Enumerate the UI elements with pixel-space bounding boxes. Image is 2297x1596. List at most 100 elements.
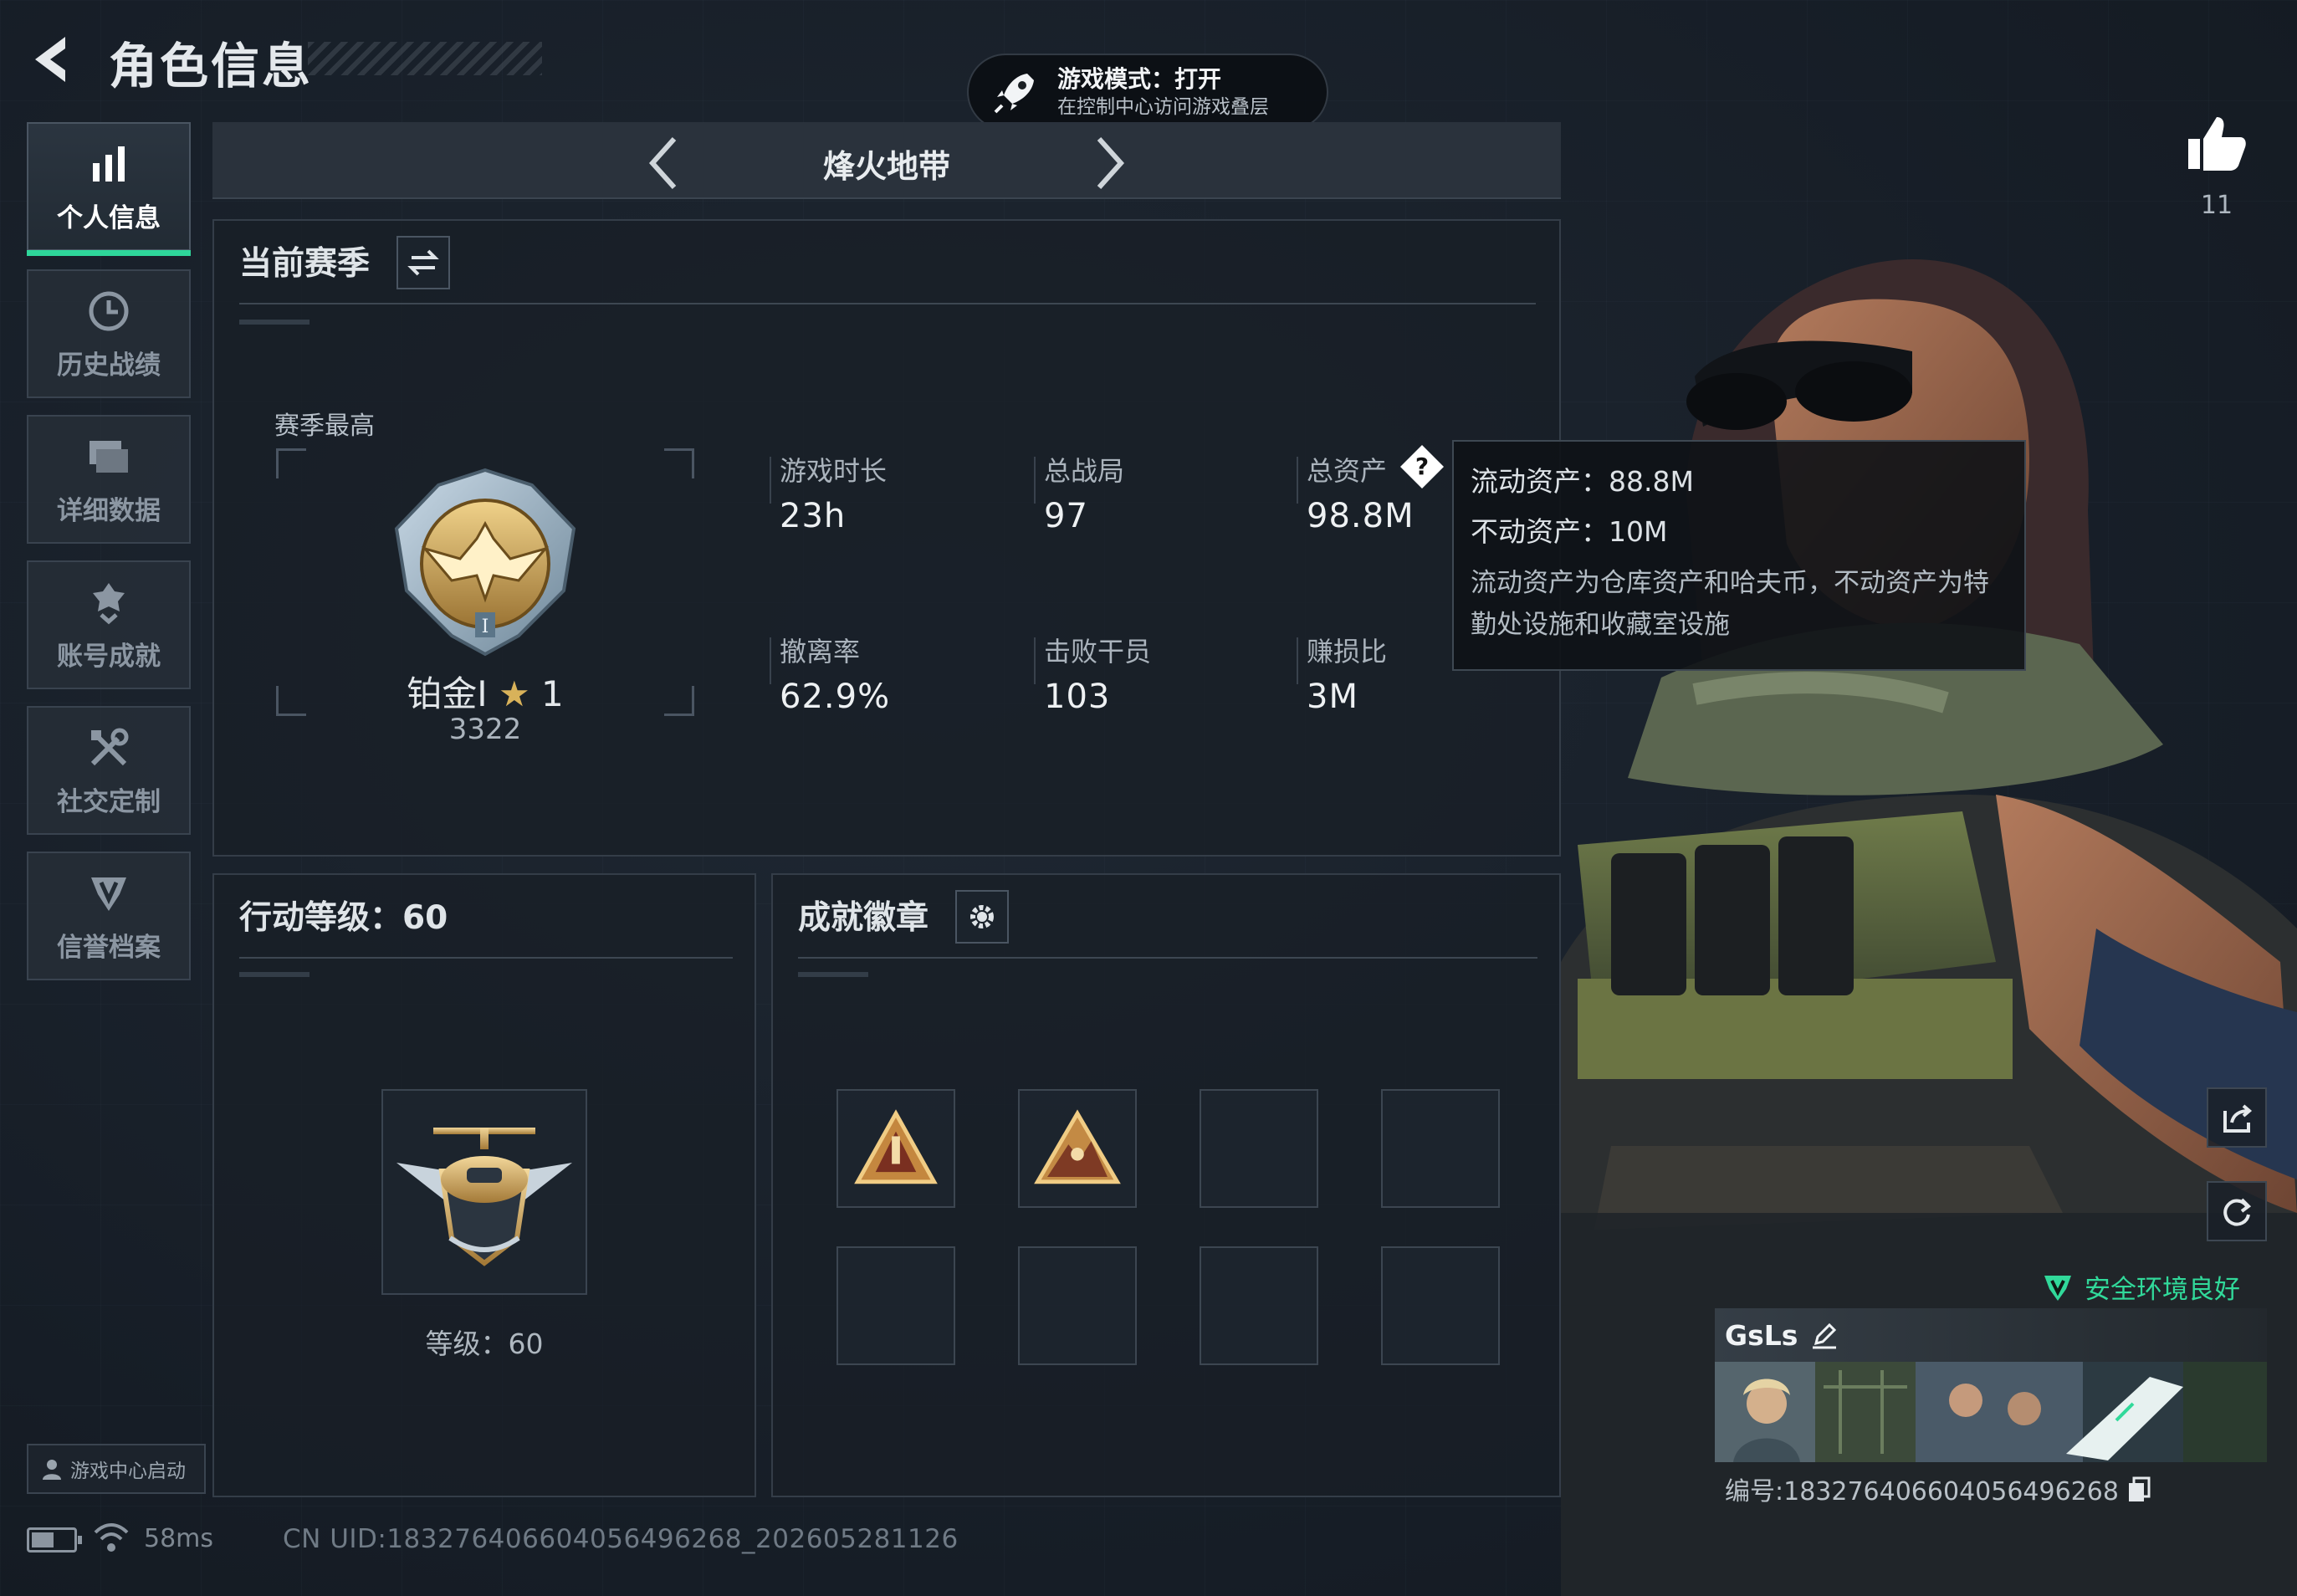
share-button[interactable] [2207,1087,2267,1148]
stat-divider [770,457,771,504]
star-icon: ★ [499,673,530,714]
stat-label-playtime: 游戏时长 [780,455,888,487]
player-name-bar: GsLs [1715,1308,2267,1362]
refresh-button[interactable] [2207,1181,2267,1241]
stat-divider [1297,637,1298,684]
refresh-icon [2223,1198,2252,1226]
stat-divider [1034,457,1036,504]
badge-settings-button[interactable] [955,890,1009,944]
decoration [239,972,310,977]
mountain-triangle-badge-icon [1034,1109,1121,1184]
chevron-right-icon[interactable] [1082,134,1133,192]
sidebar-item-label: 个人信息 [57,202,161,233]
svg-text:?: ? [1415,453,1429,480]
like-count: 11 [2200,191,2233,220]
bar-chart-icon [93,146,125,182]
badge-slot-5[interactable] [836,1246,955,1365]
rank-title: 铂金I ★ 1 [276,666,694,717]
sidebar-item-label: 账号成就 [57,641,161,672]
season-divider [239,303,1536,304]
history-clock-icon [89,291,129,330]
game-mode-toast: 游戏模式：打开 在控制中心访问游戏叠层 [967,54,1328,130]
stat-label-total-assets: 总资产 [1307,455,1388,487]
mode-switcher: 烽火地带 [212,122,1561,199]
stat-divider [1034,637,1036,684]
badge-slot-8[interactable] [1381,1246,1500,1365]
battery-icon [27,1527,82,1553]
folder-stack-icon [90,440,128,473]
tooltip-fixed-assets: 不动资产：10M [1471,515,1668,548]
back-arrow-icon[interactable] [23,30,82,89]
sidebar-item-history[interactable]: 历史战绩 [27,269,191,398]
sidebar-item-label: 详细数据 [57,495,161,526]
decoration [798,972,868,977]
sidebar-item-achievements[interactable]: 账号成就 [27,560,191,689]
uid-text: CN UID:18327640660405649626​8_2026052811… [283,1524,959,1554]
badge-slot-3[interactable] [1200,1089,1318,1208]
battery-level [32,1532,54,1547]
stat-value-playtime: 23h [780,497,847,535]
sidebar-item-detail-data[interactable]: 详细数据 [27,415,191,544]
sidebar-item-label: 信誉档案 [57,932,161,963]
achievement-medal-icon [93,582,125,624]
rocket-icon [994,74,1034,114]
safe-environment-status: 安全环境良好 [2041,1268,2240,1306]
rank-stars: 1 [541,673,564,714]
badge-slot-1[interactable] [836,1089,955,1208]
badges-divider [798,957,1537,959]
question-help-icon[interactable]: ? [1399,443,1445,490]
game-center-launch-label: 游戏中心启动 [70,1460,186,1482]
shield-badge-icon [91,877,126,911]
decoration [239,320,310,325]
sidebar-item-social-custom[interactable]: 社交定制 [27,706,191,835]
season-title: 当前赛季 [239,245,371,283]
share-icon [2223,1104,2253,1133]
wifi-icon [94,1523,129,1552]
safe-environment-text: 安全环境良好 [2085,1275,2240,1305]
stat-value-extraction-rate: 62.9% [780,678,891,716]
badge-slot-4[interactable] [1381,1089,1500,1208]
user-icon [43,1460,61,1480]
stat-divider [770,637,771,684]
edit-pencil-icon[interactable] [1809,1320,1839,1350]
ping-latency: 58ms [144,1524,214,1553]
sidebar-item-credit-file[interactable]: 信誉档案 [27,852,191,980]
stat-divider [1297,457,1298,504]
player-id: 编号:18327640660405649626​8 [1725,1471,2154,1507]
player-id-text: 编号:18327640660405649626​8 [1725,1477,2119,1506]
badges-title: 成就徽章 [798,899,929,937]
sidebar-item-label: 历史战绩 [57,350,161,381]
rank-score: 3322 [448,713,522,746]
action-level-title: 行动等级：60 [239,899,448,937]
tooltip-note: 流动资产为仓库资产和哈夫币，不动资产为特勤处设施和收藏室设施 [1471,568,1989,640]
title-decoration [308,42,542,75]
rank-name: 铂金I [407,673,488,714]
copy-icon[interactable] [2126,1475,2154,1503]
stat-value-total-assets: 98.8M [1307,497,1415,535]
stat-label-extraction-rate: 撤离率 [780,636,861,668]
toast-title: 游戏模式：打开 [1057,65,1222,93]
stat-label-profit-ratio: 赚损比 [1307,636,1388,668]
svg-text:I: I [482,616,489,637]
assets-tooltip: 流动资产：88.8M 不动资产：10M 流动资产为仓库资产和哈夫币，不动资产为特… [1452,440,2026,671]
page-title: 角色信息 [109,38,314,95]
tooltip-liquid-assets: 流动资产：88.8M [1471,465,1694,498]
delta-force-helicopter-emblem-icon [396,1128,572,1266]
player-name: GsLs [1725,1318,1798,1352]
stat-label-total-matches: 总战局 [1044,455,1125,487]
toast-subtitle: 在控制中心访问游戏叠层 [1057,96,1269,118]
sidebar-item-personal-info[interactable]: 个人信息 [27,122,191,256]
game-center-launch-button[interactable]: 游戏中心启动 [27,1444,206,1494]
season-switch-button[interactable] [396,236,450,289]
sidebar-item-label: 社交定制 [57,786,161,817]
thumbs-up-icon[interactable] [2183,110,2250,177]
warning-triangle-badge-icon [854,1109,938,1184]
stat-value-operators-defeated: 103 [1044,678,1111,716]
badge-slot-6[interactable] [1018,1246,1137,1365]
badge-slot-2[interactable] [1018,1089,1137,1208]
badge-slot-7[interactable] [1200,1246,1318,1365]
platinum-rank-emblem-icon: I [394,468,576,657]
player-card-banner[interactable] [1715,1362,2267,1462]
gear-icon [970,905,994,928]
stat-label-operators-defeated: 击败干员 [1044,636,1152,668]
